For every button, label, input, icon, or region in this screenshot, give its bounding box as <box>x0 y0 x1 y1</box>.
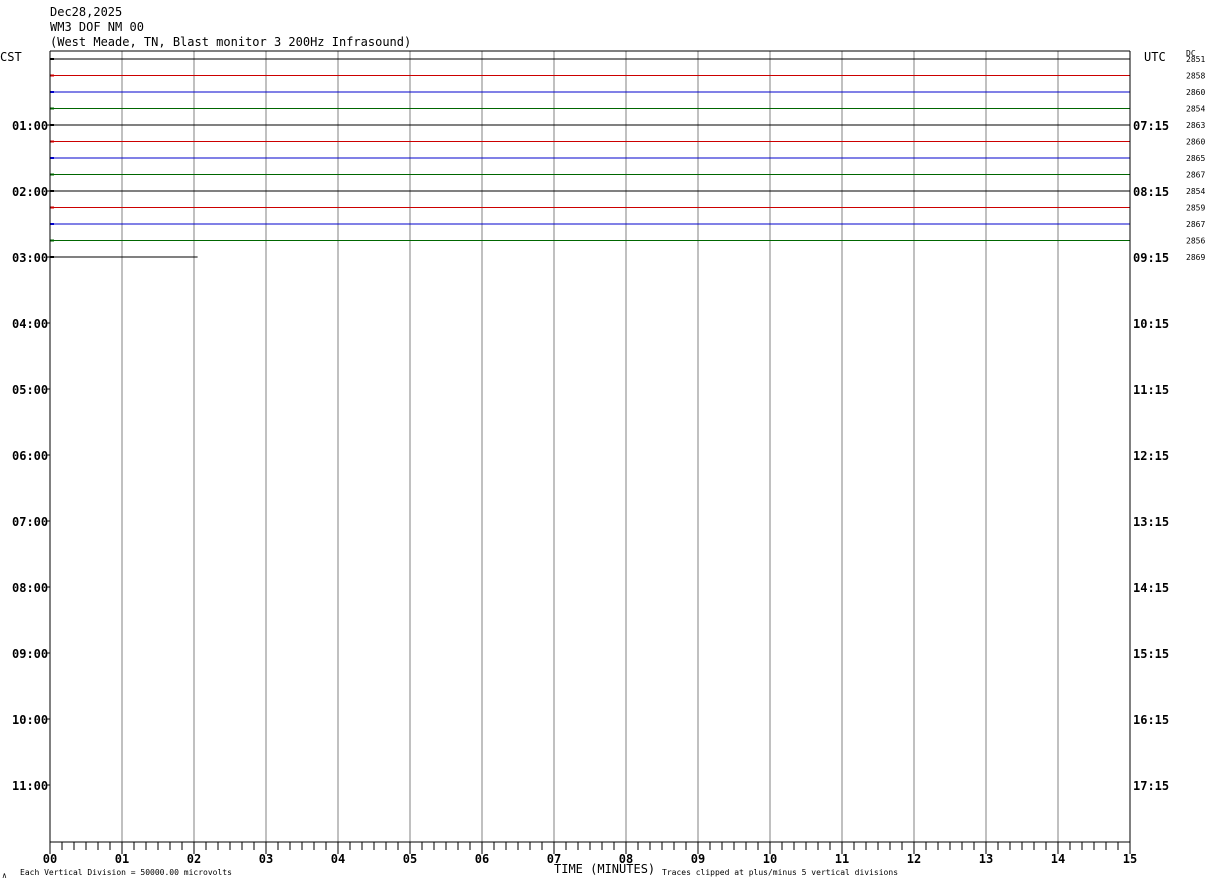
scale-note: Each Vertical Division = 50000.00 microv… <box>20 868 232 877</box>
right-hour-label: 15:15 <box>1133 647 1169 661</box>
dc-value-label: 2851 <box>1186 55 1205 64</box>
x-tick-label: 01 <box>115 852 129 866</box>
right-hour-label: 16:15 <box>1133 713 1169 727</box>
dc-value-label: 2869 <box>1186 253 1205 262</box>
right-hour-labels: 07:15 08:15 09:15 10:15 11:15 12:15 13:15 14:15… <box>1133 119 1169 793</box>
left-timezone-label: CST <box>0 50 22 64</box>
right-hour-label: 17:15 <box>1133 779 1169 793</box>
dc-value-label: 2858 <box>1186 72 1205 81</box>
dc-value-label: 2867 <box>1186 220 1205 229</box>
right-hour-label: 11:15 <box>1133 383 1169 397</box>
x-tick-label: 15 <box>1123 852 1137 866</box>
left-hour-label: 04:00 <box>12 317 48 331</box>
x-tick-label: 06 <box>475 852 489 866</box>
left-hour-label: 06:00 <box>12 449 48 463</box>
dc-value-label: 2860 <box>1186 138 1205 147</box>
left-hour-label: 08:00 <box>12 581 48 595</box>
plot-frame <box>49 50 1131 843</box>
x-tick-label: 13 <box>979 852 993 866</box>
x-axis-title: TIME (MINUTES) <box>554 862 655 876</box>
header-station: WM3 DOF NM 00 <box>50 20 144 34</box>
dc-value-label: 2867 <box>1186 171 1205 180</box>
x-tick-label: 02 <box>187 852 201 866</box>
left-hour-label: 03:00 <box>12 251 48 265</box>
helicorder-plot: Dec28,2025 WM3 DOF NM 00 (West Meade, TN… <box>0 5 1205 880</box>
dc-value-label: 2859 <box>1186 204 1205 213</box>
header-description: (West Meade, TN, Blast monitor 3 200Hz I… <box>50 35 411 49</box>
traces <box>50 58 1130 258</box>
x-tick-label: 10 <box>763 852 777 866</box>
dc-value-label: 2863 <box>1186 121 1205 130</box>
left-hour-label: 05:00 <box>12 383 48 397</box>
dc-value-label: 2860 <box>1186 88 1205 97</box>
header-date: Dec28,2025 <box>50 5 122 19</box>
right-hour-label: 08:15 <box>1133 185 1169 199</box>
grid <box>121 51 1059 842</box>
dc-value-label: 2854 <box>1186 187 1205 196</box>
x-tick-label: 11 <box>835 852 849 866</box>
right-hour-label: 07:15 <box>1133 119 1169 133</box>
right-hour-label: 14:15 <box>1133 581 1169 595</box>
left-hour-label: 09:00 <box>12 647 48 661</box>
left-hour-label: 11:00 <box>12 779 48 793</box>
right-hour-label: 13:15 <box>1133 515 1169 529</box>
clip-note: Traces clipped at plus/minus 5 vertical … <box>662 868 898 877</box>
left-hour-label: 10:00 <box>12 713 48 727</box>
x-tick-label: 12 <box>907 852 921 866</box>
dc-value-label: 2856 <box>1186 237 1205 246</box>
left-hour-label: 01:00 <box>12 119 48 133</box>
x-tick-label: 09 <box>691 852 705 866</box>
x-tick-label: 00 <box>43 852 57 866</box>
x-tick-label: 14 <box>1051 852 1065 866</box>
right-hour-label: 09:15 <box>1133 251 1169 265</box>
x-tick-label: 03 <box>259 852 273 866</box>
x-tick-label: 05 <box>403 852 417 866</box>
right-hour-label: 10:15 <box>1133 317 1169 331</box>
dc-value-labels: 2851 2858 2860 2854 2863 2860 2865 2867 2854 2859… <box>1186 55 1205 262</box>
right-hour-label: 12:15 <box>1133 449 1169 463</box>
dc-value-label: 2865 <box>1186 154 1205 163</box>
corner-mark: ∧ <box>2 871 7 880</box>
left-hour-label: 07:00 <box>12 515 48 529</box>
right-timezone-label: UTC <box>1144 50 1166 64</box>
left-hour-labels: 01:00 02:00 03:00 04:00 05:00 06:00 07:00 08:00… <box>12 119 50 793</box>
x-tick-label: 04 <box>331 852 345 866</box>
left-hour-label: 02:00 <box>12 185 48 199</box>
dc-value-label: 2854 <box>1186 105 1205 114</box>
